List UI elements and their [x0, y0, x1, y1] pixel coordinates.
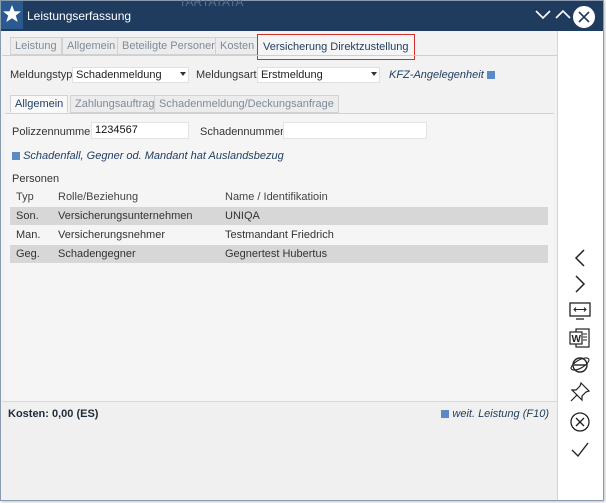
tab-leistung[interactable]: Leistung — [10, 37, 62, 55]
kfz-angelegenheit-checkbox[interactable]: KFZ-Angelegenheit — [389, 69, 495, 81]
footer-bar: Kosten: 0,00 (ES) weit. Leistung (F10) — [2, 401, 557, 500]
cell-name: Testmandant Friedrich — [225, 229, 334, 241]
title-bar: TARTATATA Leistungserfassung — [1, 0, 603, 31]
inner-tab-zahlungsauftrag[interactable]: Zahlungsauftrag — [70, 95, 160, 113]
column-header-rolle: Rolle/Beziehung — [58, 191, 139, 203]
side-action-panel: W — [557, 31, 603, 500]
meldungstyp-value: Schadenmeldung — [76, 69, 162, 81]
window-title: Leistungserfassung — [27, 9, 132, 23]
chevron-left-icon[interactable] — [566, 245, 594, 271]
column-header-typ: Typ — [16, 191, 34, 203]
cell-typ: Man. — [16, 229, 41, 241]
cell-rolle: Versicherungsunternehmen — [58, 210, 193, 222]
close-icon — [578, 11, 590, 23]
title-ghost-text: TARTATATA — [179, 0, 244, 9]
weit-leistung-label: weit. Leistung (F10) — [452, 408, 549, 420]
screen-resize-icon[interactable] — [566, 299, 594, 325]
auslandsbezug-checkbox[interactable]: Schadenfall, Gegner od. Mandant hat Ausl… — [12, 150, 284, 162]
schadennummer-input[interactable] — [283, 122, 427, 139]
meldungstyp-label: Meldungstyp — [10, 69, 73, 81]
ie-icon[interactable] — [566, 351, 594, 377]
polizzennummer-input[interactable]: 1234567 — [91, 122, 189, 139]
meldungsart-label: Meldungsart — [196, 69, 257, 81]
check-icon[interactable] — [566, 437, 594, 463]
weit-leistung-link[interactable]: weit. Leistung (F10) — [441, 408, 549, 420]
checkbox-square-icon — [486, 71, 495, 80]
inner-tab-schadenmeldung-deckungsanfrage[interactable]: Schadenmeldung/Deckungsanfrage — [154, 95, 339, 113]
cell-rolle: Schadengegner — [58, 248, 136, 260]
inner-tab-allgemein[interactable]: Allgemein — [10, 95, 69, 113]
cell-rolle: Versicherungsnehmer — [58, 229, 166, 241]
table-row[interactable]: Geg. Schadengegner Gegnertest Hubertus — [10, 245, 548, 263]
checkbox-square-icon — [12, 152, 20, 161]
polizzennummer-label: Polizzennummer — [12, 126, 94, 138]
word-icon[interactable]: W — [566, 325, 594, 351]
chevron-down-icon — [180, 72, 186, 76]
cancel-icon[interactable] — [566, 409, 594, 435]
chevron-down-icon — [371, 72, 377, 76]
chevron-right-icon[interactable] — [566, 271, 594, 297]
cell-typ: Son. — [16, 210, 39, 222]
schadennummer-label: Schadennummer — [200, 126, 284, 138]
tab-allgemein[interactable]: Allgemein — [62, 37, 121, 55]
chevron-up-icon[interactable] — [553, 4, 573, 24]
kosten-summary: Kosten: 0,00 (ES) — [8, 408, 99, 420]
table-row[interactable]: Man. Versicherungsnehmer Testmandant Fri… — [10, 226, 548, 244]
meldungsart-select[interactable]: Erstmeldung — [257, 67, 380, 83]
table-row[interactable]: Son. Versicherungsunternehmen UNIQA — [10, 207, 548, 225]
pin-icon[interactable] — [566, 379, 594, 405]
cell-name: Gegnertest Hubertus — [225, 248, 328, 260]
column-header-name: Name / Identifikatioin — [225, 191, 328, 203]
cell-name: UNIQA — [225, 210, 260, 222]
auslandsbezug-label: Schadenfall, Gegner od. Mandant hat Ausl… — [23, 150, 284, 162]
kfz-angelegenheit-label: KFZ-Angelegenheit — [389, 69, 484, 81]
tab-kosten[interactable]: Kosten — [215, 37, 260, 55]
tab-versicherung-direktzustellung[interactable]: Versicherung Direktzustellung — [257, 34, 415, 60]
checkbox-square-icon — [441, 410, 450, 419]
star-icon — [1, 1, 23, 29]
tab-divider — [2, 55, 557, 56]
cell-typ: Geg. — [16, 248, 40, 260]
meldungsart-value: Erstmeldung — [261, 69, 323, 81]
close-button[interactable] — [572, 5, 596, 29]
leistungserfassung-window: TARTATATA Leistungserfassung Leistung Al… — [0, 0, 604, 501]
meldungstyp-select[interactable]: Schadenmeldung — [72, 67, 189, 83]
personen-section-label: Personen — [12, 173, 60, 185]
chevron-down-icon[interactable] — [533, 4, 553, 24]
tab-beteiligte-personen[interactable]: Beteiligte Personen — [117, 37, 223, 55]
svg-text:W: W — [572, 334, 582, 345]
